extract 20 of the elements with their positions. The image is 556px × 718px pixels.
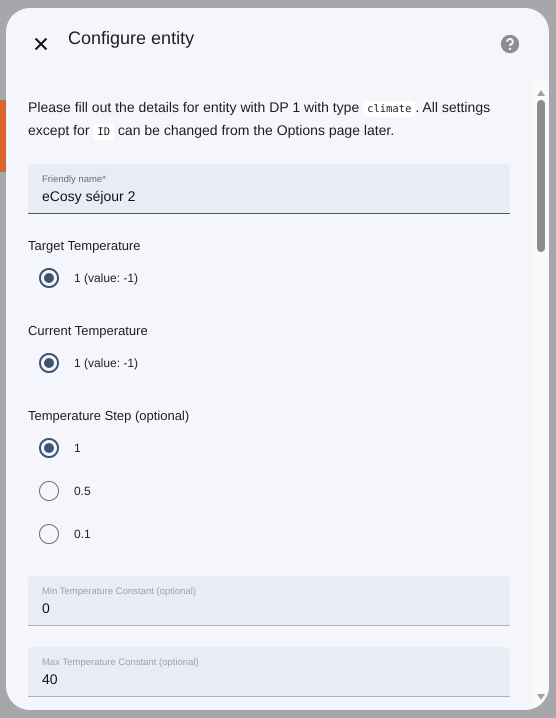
radio-button[interactable] [39,352,59,372]
radio-label: 1 (value: -1) [74,270,138,284]
text-field[interactable]: Min Temperature Constant (optional) 0 [28,576,510,626]
radio-label: 1 [74,440,81,454]
description-text: Please fill out the details for entity with DP 1 with type climate . All settings except for ID can be changed from the Options page later. [28,98,492,142]
radio-button[interactable] [39,438,59,458]
radio-label: 0.5 [74,484,91,498]
help-icon[interactable] [499,33,521,55]
text-field[interactable]: Max Temperature Constant (optional) 40 [28,647,510,697]
dialog-title: Configure entity [68,28,196,48]
radio-button[interactable] [39,268,59,288]
text-field[interactable]: Friendly name* eCosy séjour 2 [28,164,510,214]
section-label: Temperature Step (optional) [28,407,190,425]
radio-button[interactable] [39,480,59,500]
radio-label: 1 (value: -1) [74,356,138,370]
section-label: Current Temperature [28,322,148,340]
radio-button[interactable] [39,524,59,544]
radio-label: 0.1 [74,526,91,540]
scrollbar[interactable] [533,80,549,710]
section-label: Target Temperature [28,237,140,255]
